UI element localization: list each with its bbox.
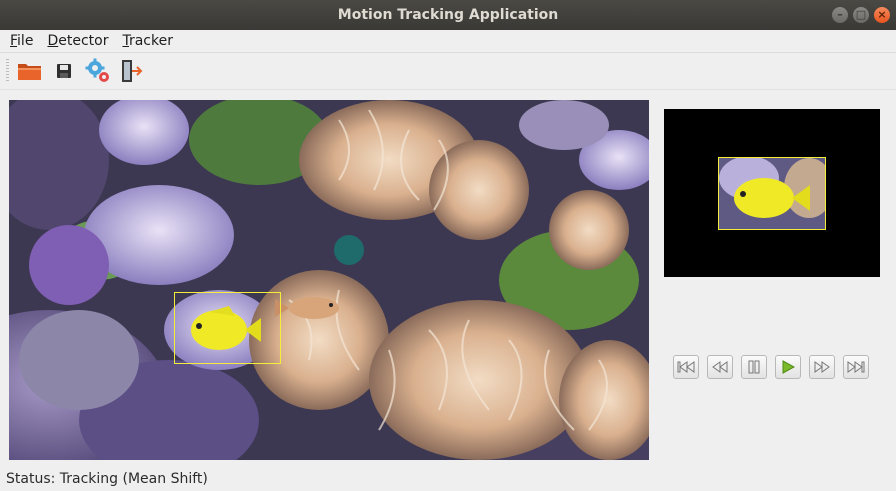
window-titlebar: Motion Tracking Application – □ × <box>0 0 896 30</box>
play-button[interactable] <box>775 355 801 379</box>
toolbar-grip[interactable] <box>6 59 9 83</box>
menu-detector-label: etector <box>58 33 109 49</box>
menu-tracker-label: racker <box>128 33 173 49</box>
skip-to-end-button[interactable] <box>843 355 869 379</box>
step-back-button[interactable] <box>707 355 733 379</box>
settings-button[interactable] <box>83 56 113 86</box>
menu-file-mnemonic: F <box>10 33 18 49</box>
menu-file-label: ile <box>17 33 34 49</box>
step-forward-icon <box>814 361 830 373</box>
tracked-object-preview <box>664 109 880 277</box>
minimize-icon[interactable]: – <box>832 7 848 23</box>
exit-icon <box>122 60 143 82</box>
menu-file[interactable]: File <box>10 30 33 52</box>
save-icon <box>57 64 71 78</box>
window-title: Motion Tracking Application <box>337 7 559 23</box>
menu-tracker[interactable]: Tracker <box>122 30 173 52</box>
play-icon <box>782 360 795 374</box>
maximize-icon[interactable]: □ <box>853 7 869 23</box>
settings-gears-icon <box>85 58 109 82</box>
window-controls: – □ × <box>832 7 890 23</box>
toolbar <box>0 52 896 90</box>
tracking-box <box>174 292 281 364</box>
open-folder-icon <box>18 64 41 80</box>
playback-controls <box>673 355 869 379</box>
skip-to-start-icon <box>677 361 695 373</box>
step-back-icon <box>712 361 728 373</box>
menu-detector-mnemonic: D <box>47 33 59 49</box>
video-frame[interactable] <box>9 100 649 460</box>
cropped-yellow-fish-image <box>719 158 825 229</box>
aquarium-scene-image <box>9 100 649 460</box>
menu-detector[interactable]: Detector <box>47 30 108 52</box>
pause-icon <box>748 360 760 374</box>
pause-button[interactable] <box>741 355 767 379</box>
save-button[interactable] <box>49 56 79 86</box>
open-file-button[interactable] <box>15 56 45 86</box>
menu-bar: File Detector Tracker <box>0 30 896 52</box>
exit-button[interactable] <box>117 56 147 86</box>
status-text: Status: Tracking (Mean Shift) <box>6 471 208 487</box>
close-icon[interactable]: × <box>874 7 890 23</box>
skip-to-end-icon <box>847 361 865 373</box>
step-forward-button[interactable] <box>809 355 835 379</box>
preview-crop-box <box>718 157 826 230</box>
skip-to-start-button[interactable] <box>673 355 699 379</box>
